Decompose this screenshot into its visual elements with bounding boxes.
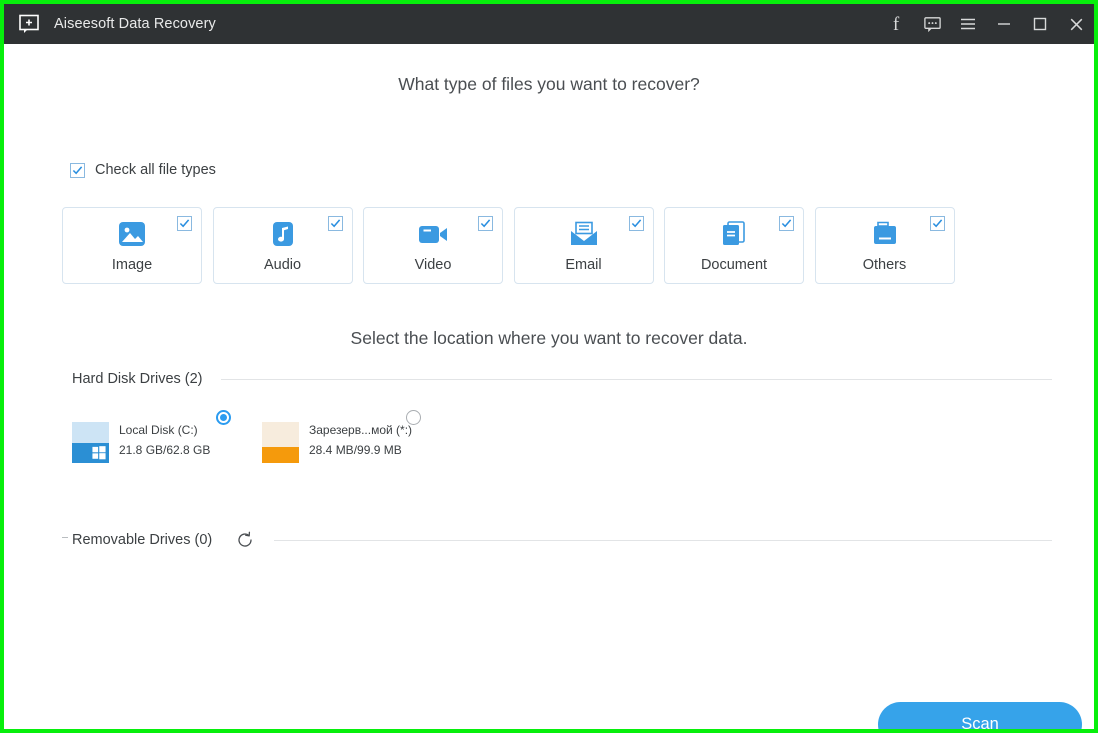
removable-section-header[interactable]: Removable Drives (0) — [62, 529, 1052, 551]
section-divider — [274, 539, 1052, 541]
document-checkbox[interactable] — [779, 216, 794, 231]
check-all-checkbox[interactable] — [70, 162, 85, 178]
file-type-card-others[interactable]: Others — [814, 207, 955, 284]
audio-icon — [267, 219, 299, 249]
document-icon — [718, 219, 750, 249]
scan-button[interactable]: Scan — [878, 702, 1082, 729]
maximize-icon[interactable] — [1022, 4, 1058, 44]
main-content: What type of files you want to recover? … — [4, 44, 1094, 729]
check-all-label: Check all file types — [95, 162, 216, 178]
drive-size: 28.4 MB/99.9 MB — [309, 443, 402, 457]
refresh-icon[interactable] — [234, 529, 256, 551]
others-checkbox[interactable] — [929, 216, 945, 231]
image-checkbox[interactable] — [177, 216, 192, 231]
audio-label: Audio — [263, 257, 302, 273]
collapse-indicator-icon — [62, 537, 68, 538]
drive-name: Local Disk (C:) — [119, 423, 198, 437]
drive-size: 21.8 GB/62.8 GB — [119, 443, 211, 457]
video-label: Video — [414, 257, 452, 273]
hard-disk-section-title: Hard Disk Drives (2) — [72, 371, 203, 387]
check-all-file-types[interactable]: Check all file types — [70, 162, 216, 178]
close-icon[interactable] — [1058, 4, 1094, 44]
add-screen-icon — [16, 11, 42, 37]
facebook-glyph: f — [892, 13, 900, 35]
drive-item-local-disk-c[interactable]: Local Disk (C:) 21.8 GB/62.8 GB — [72, 404, 262, 463]
hard-disk-drive-list: Local Disk (C:) 21.8 GB/62.8 GB Зарезерв… — [72, 404, 452, 463]
app-title: Aiseesoft Data Recovery — [54, 16, 216, 32]
email-icon — [568, 219, 600, 249]
file-type-card-audio[interactable]: Audio — [212, 207, 353, 284]
feedback-icon[interactable] — [914, 4, 950, 44]
page-title-files: What type of files you want to recover? — [398, 74, 700, 94]
drive-radio-unselected[interactable] — [406, 410, 421, 425]
image-icon — [116, 219, 148, 249]
hard-disk-section-header: Hard Disk Drives (2) — [72, 371, 1052, 387]
drive-icon-local-disk — [72, 422, 109, 463]
removable-section-title: Removable Drives (0) — [72, 532, 213, 548]
drive-text-local-disk: Local Disk (C:) 21.8 GB/62.8 GB — [119, 422, 210, 457]
drive-icon-reserved — [262, 422, 299, 463]
window-controls: f — [878, 4, 1094, 44]
file-type-card-image[interactable]: Image — [62, 207, 202, 284]
video-icon — [417, 219, 449, 249]
email-checkbox[interactable] — [628, 216, 644, 231]
drive-radio-selected[interactable] — [216, 410, 231, 425]
video-checkbox[interactable] — [478, 216, 493, 231]
document-label: Document — [700, 257, 768, 273]
drive-item-reserved[interactable]: Зарезерв...мой (*:) 28.4 MB/99.9 MB — [262, 404, 452, 463]
page-title-location: Select the location where you want to re… — [350, 328, 748, 348]
drive-name: Зарезерв...мой (*:) — [309, 423, 413, 437]
file-type-card-document[interactable]: Document — [664, 207, 804, 284]
others-label: Others — [862, 257, 907, 273]
file-type-card-video[interactable]: Video — [363, 207, 503, 284]
image-label: Image — [111, 257, 153, 273]
minimize-icon[interactable] — [986, 4, 1022, 44]
file-type-cards: Image Audio Video Email Document Others — [62, 207, 955, 284]
drive-text-reserved: Зарезерв...мой (*:) 28.4 MB/99.9 MB — [309, 422, 412, 457]
menu-icon[interactable] — [950, 4, 986, 44]
app-window: Aiseesoft Data Recovery f What type of f… — [0, 0, 1098, 733]
file-type-card-email[interactable]: Email — [513, 207, 654, 284]
facebook-icon[interactable]: f — [878, 4, 914, 44]
section-divider — [220, 378, 1052, 380]
others-icon — [869, 219, 901, 249]
audio-checkbox[interactable] — [327, 216, 343, 231]
title-bar: Aiseesoft Data Recovery f — [4, 4, 1094, 44]
email-label: Email — [565, 257, 602, 273]
